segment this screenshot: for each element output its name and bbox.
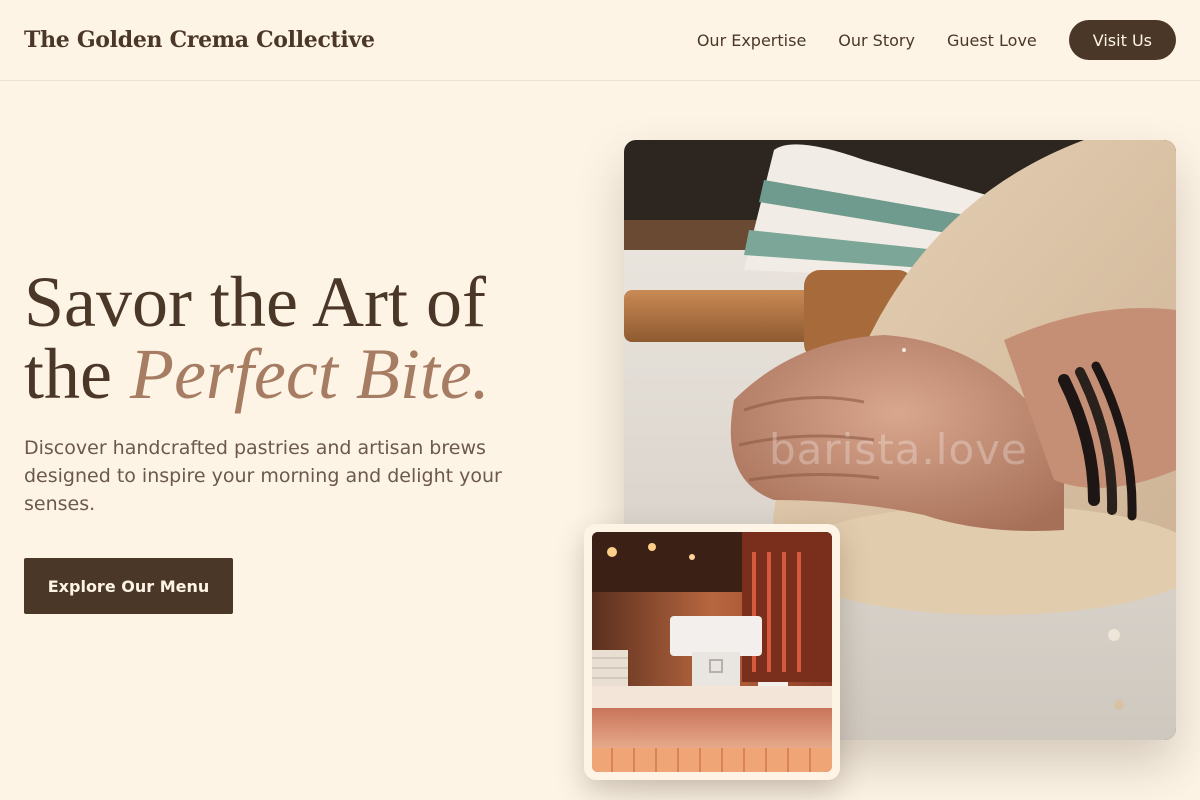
inset-image-cafe-counter	[592, 532, 832, 772]
hero-description: Discover handcrafted pastries and artisa…	[24, 437, 502, 515]
nav-link-guest-love[interactable]: Guest Love	[947, 31, 1037, 50]
hero-title-accent: Perfect Bite.	[129, 334, 490, 414]
nav-link-our-story[interactable]: Our Story	[838, 31, 915, 50]
hero-title-line1: Savor the Art of	[24, 262, 486, 342]
brand-logo[interactable]: The Golden Crema Collective	[24, 27, 375, 53]
site-header: The Golden Crema Collective Our Expertis…	[0, 0, 1200, 81]
explore-menu-button[interactable]: Explore Our Menu	[24, 558, 233, 614]
inset-image-card	[584, 524, 840, 780]
photo-watermark: barista.love	[769, 425, 1028, 474]
main-nav: Our Expertise Our Story Guest Love Visit…	[697, 20, 1176, 60]
cafe-counter-illustration	[592, 532, 832, 772]
hero-title: Savor the Art of the Perfect Bite.	[24, 266, 584, 410]
nav-link-our-expertise[interactable]: Our Expertise	[697, 31, 806, 50]
hero-title-line2: the	[24, 334, 130, 414]
visit-us-button[interactable]: Visit Us	[1068, 20, 1176, 60]
